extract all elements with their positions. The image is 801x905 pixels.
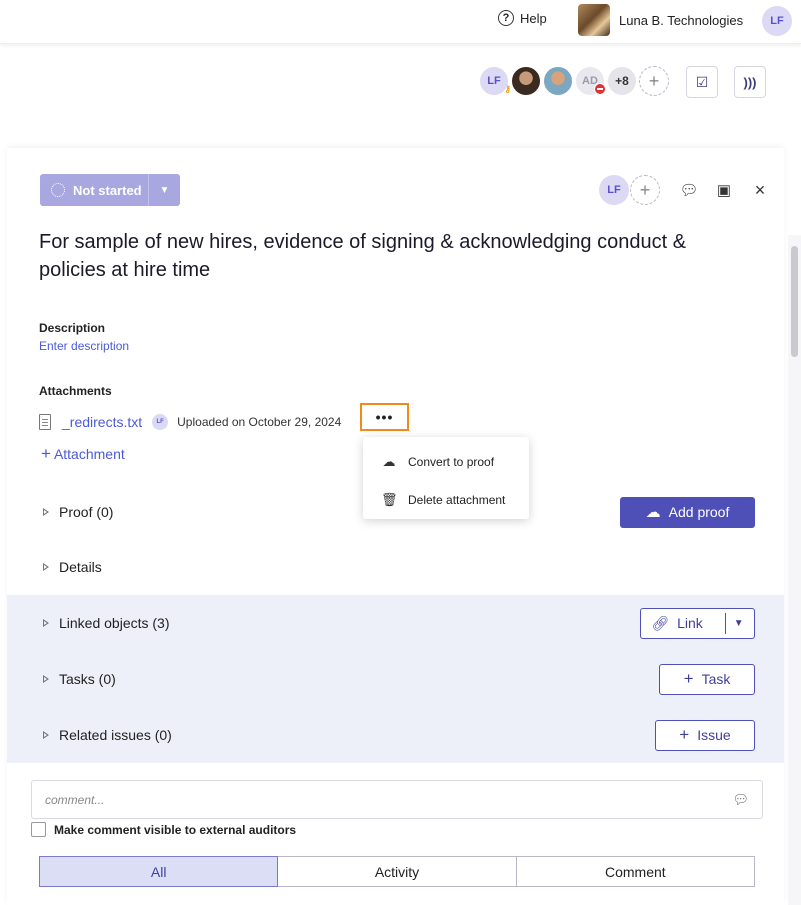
details-section[interactable]: Details bbox=[7, 539, 784, 595]
comment-placeholder: comment... bbox=[45, 792, 105, 807]
help-circle-icon: ? bbox=[498, 10, 514, 26]
convert-to-proof-item[interactable]: ☁ Convert to proof bbox=[363, 443, 529, 481]
status-label: Not started bbox=[73, 182, 142, 198]
add-attachment-button[interactable]: + Attachment bbox=[41, 444, 125, 464]
plus-icon: + bbox=[683, 669, 694, 688]
related-issues-label: Related issues (0) bbox=[59, 727, 172, 743]
task-title: For sample of new hires, evidence of sig… bbox=[39, 231, 687, 281]
blocked-icon bbox=[594, 83, 606, 95]
expand-triangle-icon bbox=[43, 508, 49, 516]
attachment-more-button[interactable]: ••• bbox=[360, 403, 409, 431]
rss-feed-button[interactable]: ))) bbox=[734, 66, 766, 98]
linked-objects-label: Linked objects (3) bbox=[59, 615, 170, 631]
tab-comment[interactable]: Comment bbox=[516, 856, 755, 887]
clipboard-check-button[interactable]: ☑ bbox=[686, 66, 718, 98]
comment-input[interactable]: comment... 💬︎ bbox=[31, 780, 763, 819]
link-label: Link bbox=[677, 615, 703, 631]
member-avatar-photo[interactable] bbox=[510, 65, 542, 97]
details-label: Details bbox=[59, 559, 102, 575]
tab-all[interactable]: All bbox=[39, 856, 279, 887]
scrollbar-thumb[interactable] bbox=[791, 246, 798, 357]
file-icon bbox=[39, 414, 51, 430]
tasks-label: Tasks (0) bbox=[59, 671, 116, 687]
uploaded-date: Uploaded on October 29, 2024 bbox=[177, 415, 342, 429]
caret-down-icon: ▼ bbox=[148, 174, 180, 206]
enter-description-link[interactable]: Enter description bbox=[39, 339, 129, 353]
comment-icon[interactable]: 💬︎ bbox=[679, 180, 699, 200]
issue-label: Issue bbox=[697, 727, 731, 743]
org-name: Luna B. Technologies bbox=[619, 12, 744, 28]
link-icon: 🔗︎ bbox=[651, 614, 670, 631]
attachments-label: Attachments bbox=[39, 384, 112, 398]
convert-to-proof-label: Convert to proof bbox=[408, 455, 495, 469]
comment-icon: 💬︎ bbox=[732, 792, 749, 807]
clipboard-check-icon: ☑ bbox=[695, 73, 709, 90]
help-label: Help bbox=[520, 10, 547, 26]
add-proof-button[interactable]: ☁ Add proof bbox=[620, 496, 755, 528]
linked-objects-section[interactable]: Linked objects (3) 🔗︎ Link ▼ bbox=[7, 595, 784, 651]
attachment-file-name[interactable]: _redirects.txt bbox=[62, 414, 142, 430]
add-member-button[interactable]: + bbox=[639, 66, 669, 96]
plus-icon: + bbox=[41, 444, 51, 463]
status-dropdown[interactable]: Not started ▼ bbox=[40, 174, 180, 206]
delete-attachment-label: Delete attachment bbox=[408, 493, 506, 507]
expand-triangle-icon bbox=[43, 675, 49, 683]
attachment-row: _redirects.txt LF Uploaded on October 29… bbox=[39, 411, 341, 433]
trash-icon: 🗑︎ bbox=[381, 492, 398, 507]
split-divider bbox=[724, 612, 726, 634]
activity-tabs: All Activity Comment bbox=[39, 856, 755, 887]
member-avatar-lf[interactable]: LF ⚷ bbox=[478, 65, 511, 97]
status-ring-icon bbox=[51, 183, 65, 197]
task-detail-panel: Not started ▼ LF + 💬︎ ▣ × For sample of … bbox=[7, 148, 784, 905]
member-avatar-photo[interactable] bbox=[542, 65, 574, 97]
add-proof-label: Add proof bbox=[668, 504, 730, 520]
add-issue-button[interactable]: + Issue bbox=[655, 719, 755, 751]
cloud-upload-icon: ☁ bbox=[645, 504, 661, 521]
task-label: Task bbox=[701, 671, 731, 687]
add-task-button[interactable]: + Task bbox=[659, 663, 755, 695]
add-assignee-button[interactable]: + bbox=[630, 175, 660, 205]
expand-triangle-icon bbox=[43, 619, 49, 627]
attachment-context-menu: ☁ Convert to proof 🗑︎ Delete attachment bbox=[363, 437, 529, 519]
add-attachment-label: Attachment bbox=[53, 446, 125, 462]
help-link[interactable]: ? Help bbox=[498, 10, 547, 26]
proof-label: Proof (0) bbox=[59, 504, 114, 520]
external-visibility-checkbox[interactable] bbox=[31, 822, 46, 837]
plus-icon: + bbox=[679, 725, 690, 744]
tab-activity[interactable]: Activity bbox=[278, 856, 517, 887]
related-issues-section[interactable]: Related issues (0) + Issue bbox=[7, 707, 784, 763]
assignee-avatar[interactable]: LF bbox=[599, 175, 629, 205]
org-logo bbox=[578, 4, 610, 36]
more-members-count[interactable]: +8 bbox=[606, 65, 638, 97]
delete-attachment-item[interactable]: 🗑︎ Delete attachment bbox=[363, 481, 529, 519]
member-avatar-ad[interactable]: AD bbox=[574, 65, 606, 97]
org-switcher[interactable]: Luna B. Technologies bbox=[578, 4, 743, 36]
external-visibility-option[interactable]: Make comment visible to external auditor… bbox=[31, 822, 296, 837]
external-visibility-label: Make comment visible to external auditor… bbox=[54, 822, 297, 837]
close-icon[interactable]: × bbox=[750, 180, 770, 200]
expand-triangle-icon bbox=[43, 563, 49, 571]
tasks-section[interactable]: Tasks (0) + Task bbox=[7, 651, 784, 707]
link-split-button[interactable]: 🔗︎ Link ▼ bbox=[640, 607, 755, 639]
description-label: Description bbox=[39, 321, 106, 335]
user-avatar[interactable]: LF bbox=[762, 6, 792, 36]
expand-triangle-icon bbox=[43, 731, 49, 739]
cloud-upload-icon: ☁ bbox=[382, 454, 396, 469]
uploader-avatar: LF bbox=[152, 414, 169, 430]
archive-icon[interactable]: ▣ bbox=[714, 180, 734, 200]
rss-icon: ))) bbox=[743, 74, 757, 90]
caret-down-icon[interactable]: ▼ bbox=[734, 618, 744, 629]
top-bar: ? Help Luna B. Technologies LF bbox=[0, 0, 801, 44]
